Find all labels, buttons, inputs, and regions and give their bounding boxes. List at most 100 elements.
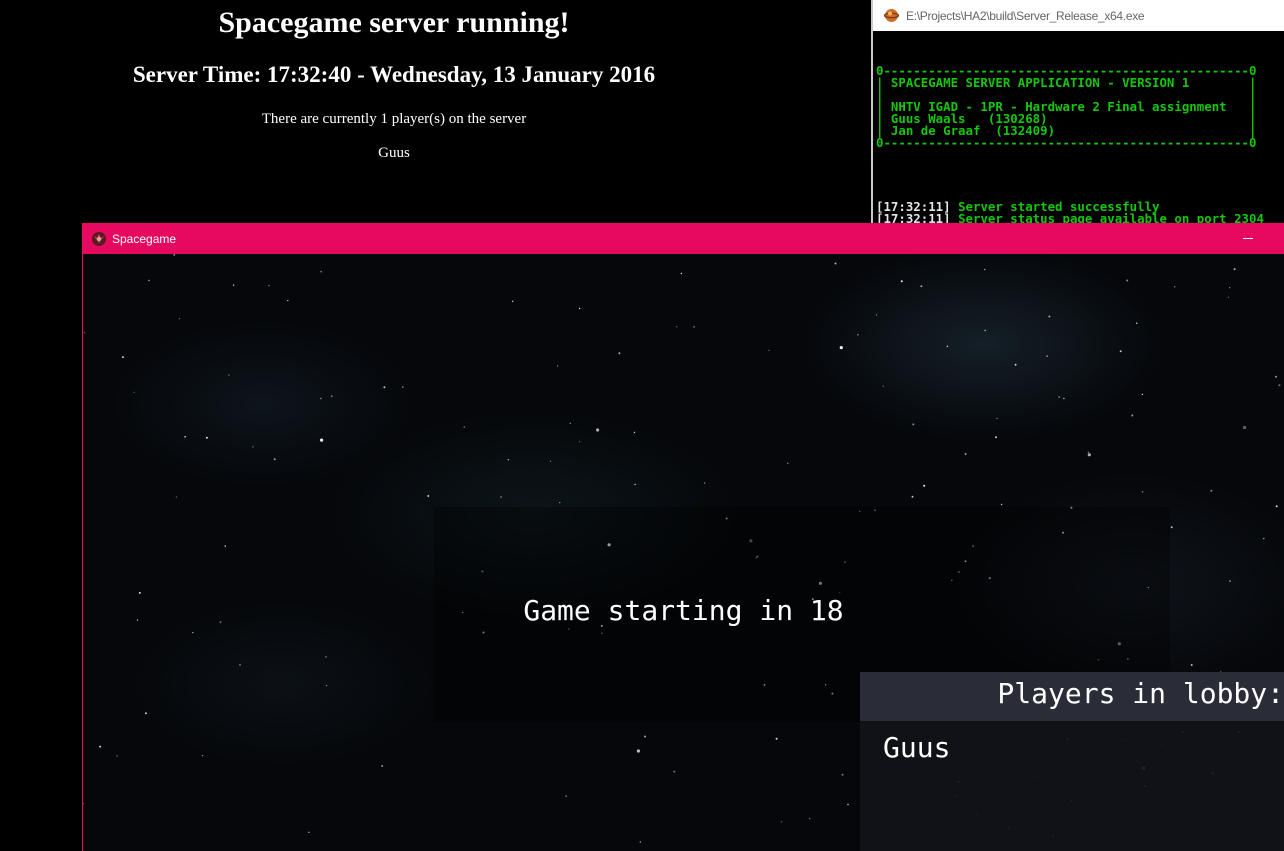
lobby-title: Players in lobby: bbox=[997, 677, 1284, 710]
star bbox=[680, 272, 682, 275]
star bbox=[224, 545, 226, 547]
star bbox=[148, 279, 150, 282]
star bbox=[636, 749, 641, 753]
star bbox=[857, 334, 859, 336]
star bbox=[1275, 505, 1278, 508]
star bbox=[847, 803, 849, 806]
star bbox=[569, 422, 571, 424]
star bbox=[232, 284, 235, 286]
star bbox=[325, 656, 327, 658]
star bbox=[178, 317, 181, 320]
server-time: Server Time: 17:32:40 - Wednesday, 13 Ja… bbox=[132, 62, 656, 87]
star bbox=[923, 484, 926, 487]
star bbox=[1174, 286, 1176, 288]
game-canvas[interactable]: Game starting in 18 Players in lobby: Gu… bbox=[83, 254, 1284, 851]
star bbox=[144, 712, 147, 715]
star bbox=[1119, 350, 1122, 353]
star bbox=[1087, 453, 1091, 457]
star bbox=[1229, 580, 1231, 582]
star bbox=[320, 438, 324, 442]
star bbox=[633, 431, 636, 434]
star bbox=[809, 817, 811, 820]
console-banner-line: 0---------------------------------------… bbox=[876, 135, 1257, 150]
star bbox=[578, 307, 581, 310]
star bbox=[920, 285, 923, 288]
log-message: Server status page available on port 230… bbox=[950, 211, 1264, 223]
log-timestamp: [17:32:11] bbox=[876, 211, 951, 223]
star bbox=[320, 397, 322, 400]
lobby-player-name: Guus bbox=[883, 731, 951, 764]
star bbox=[1063, 397, 1065, 400]
star bbox=[175, 496, 178, 498]
star bbox=[133, 391, 135, 394]
star bbox=[834, 262, 837, 265]
game-titlebar[interactable]: Spacegame bbox=[83, 223, 1284, 254]
star bbox=[1227, 296, 1230, 298]
star bbox=[882, 385, 884, 387]
lobby-header: Players in lobby: bbox=[860, 672, 1284, 721]
star bbox=[507, 459, 510, 461]
star bbox=[556, 365, 559, 367]
star bbox=[1014, 363, 1017, 366]
status-heading: Spacegame server running! bbox=[218, 6, 570, 39]
star bbox=[1141, 393, 1144, 396]
star bbox=[1190, 664, 1193, 666]
star bbox=[841, 773, 844, 776]
console-log-line: [17:32:11] Server status page available … bbox=[876, 211, 1284, 223]
star bbox=[116, 755, 118, 757]
star bbox=[946, 345, 949, 347]
star bbox=[1058, 396, 1061, 398]
star bbox=[1136, 322, 1138, 324]
star bbox=[676, 326, 678, 328]
star bbox=[1000, 503, 1003, 506]
star bbox=[268, 285, 270, 287]
star bbox=[228, 374, 230, 376]
star bbox=[673, 770, 676, 773]
star bbox=[634, 483, 636, 486]
star bbox=[239, 663, 241, 666]
star bbox=[703, 482, 706, 484]
console-title: E:\Projects\HA2\build\Server_Release_x64… bbox=[906, 9, 1145, 23]
star bbox=[83, 803, 84, 805]
star bbox=[911, 495, 914, 498]
star bbox=[273, 458, 276, 461]
star bbox=[427, 495, 430, 497]
star bbox=[900, 280, 903, 283]
star bbox=[500, 496, 502, 498]
countdown-text: Game starting in 18 bbox=[523, 594, 844, 627]
lobby-panel: Players in lobby: Guus bbox=[860, 672, 1284, 851]
star bbox=[644, 735, 646, 738]
star bbox=[173, 254, 176, 256]
console-titlebar[interactable]: E:\Projects\HA2\build\Server_Release_x64… bbox=[873, 0, 1284, 31]
star bbox=[184, 435, 187, 438]
star bbox=[995, 436, 997, 439]
star bbox=[565, 795, 568, 798]
player-name: Guus bbox=[378, 145, 410, 161]
star bbox=[325, 684, 328, 687]
star bbox=[1243, 425, 1247, 430]
star bbox=[787, 462, 789, 464]
server-status-page: Spacegame server running! Server Time: 1… bbox=[0, 0, 870, 223]
star bbox=[1170, 526, 1173, 529]
star bbox=[775, 737, 778, 740]
star bbox=[1131, 414, 1134, 417]
star bbox=[205, 436, 208, 439]
spacegame-window[interactable]: Spacegame Game starting in 18 Players in… bbox=[82, 223, 1284, 851]
star bbox=[381, 765, 384, 767]
star bbox=[618, 352, 621, 355]
star bbox=[1046, 355, 1048, 357]
star bbox=[578, 441, 581, 443]
star bbox=[83, 332, 86, 334]
server-console-window[interactable]: E:\Projects\HA2\build\Server_Release_x64… bbox=[871, 0, 1284, 223]
star bbox=[693, 326, 695, 328]
star bbox=[780, 821, 783, 823]
star bbox=[383, 386, 386, 389]
console-output: 0---------------------------------------… bbox=[876, 41, 1284, 223]
minimize-button[interactable] bbox=[1234, 228, 1264, 248]
star bbox=[964, 453, 967, 455]
star bbox=[330, 395, 333, 398]
star bbox=[639, 841, 641, 843]
star bbox=[320, 271, 322, 273]
star bbox=[1278, 384, 1281, 387]
star bbox=[402, 386, 404, 388]
